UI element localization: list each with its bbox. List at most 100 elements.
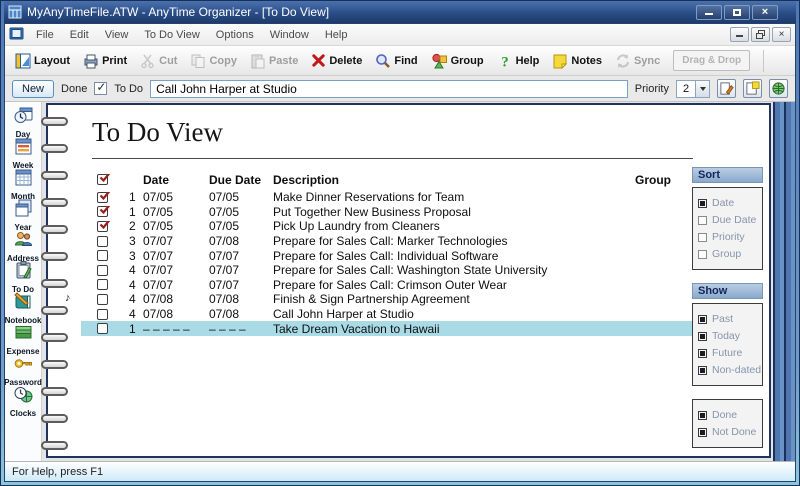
menu-todo-view[interactable]: To Do View xyxy=(136,25,207,45)
todo-row[interactable]: 1 07/05 07/05 Put Together New Business Pro… xyxy=(81,205,697,220)
new-button[interactable]: New xyxy=(12,79,55,98)
header-description[interactable]: Description xyxy=(273,173,635,187)
row-priority: 2 xyxy=(129,219,136,234)
toolbar-print-button[interactable]: Print xyxy=(83,53,127,69)
edit-details-button[interactable] xyxy=(717,79,736,98)
done-checkbox[interactable] xyxy=(96,264,108,276)
row-date: 07/08 xyxy=(143,292,174,307)
filter-option-future[interactable]: Future xyxy=(698,347,757,359)
binder-ring xyxy=(41,144,68,153)
checkbox-icon[interactable] xyxy=(698,427,707,437)
child-close-button[interactable]: × xyxy=(772,27,791,42)
todo-row[interactable]: 2 07/05 07/05 Pick Up Laundry from Cleaners xyxy=(81,219,697,234)
done-checkbox[interactable] xyxy=(96,250,108,262)
done-checkbox[interactable] xyxy=(96,235,108,247)
sidebar-item-expense[interactable]: Expense xyxy=(5,322,41,356)
filter-option-today[interactable]: Today xyxy=(698,330,757,342)
header-date[interactable]: Date xyxy=(143,173,209,187)
done-checkbox[interactable] xyxy=(96,323,108,335)
done-checkbox[interactable] xyxy=(96,293,108,305)
sidebar-item-address[interactable]: Address xyxy=(5,229,41,263)
todo-row[interactable]: 4 07/07 07/07 Prepare for Sales Call: Washi… xyxy=(81,263,697,278)
organizer-page: To Do View Date Due Date Description Gro… xyxy=(41,103,771,458)
filter-option-past[interactable]: Past xyxy=(698,313,757,325)
title-underline xyxy=(92,158,693,159)
toolbar-notes-button[interactable]: Notes xyxy=(552,53,602,69)
todo-row[interactable]: 4 07/08 07/08 Call John Harper at Studio xyxy=(81,307,697,322)
checkbox-icon[interactable] xyxy=(698,410,707,420)
filter-option-date[interactable]: Date xyxy=(698,197,757,209)
todo-row[interactable]: 1 07/05 07/05 Make Dinner Reservations for … xyxy=(81,190,697,205)
toolbar-delete-button[interactable]: Delete xyxy=(311,53,362,68)
row-priority: 1 xyxy=(129,190,136,205)
sidebar-item-month[interactable]: Month xyxy=(5,167,41,201)
close-button[interactable]: × xyxy=(752,4,778,20)
checkbox-icon[interactable] xyxy=(698,249,707,259)
toolbar-group-button[interactable]: Group xyxy=(431,53,484,69)
todo-row[interactable]: ♪ 4 07/08 07/08 Finish & Sign Partnership Ag… xyxy=(65,292,697,307)
sidebar-item-to-do[interactable]: To Do xyxy=(5,260,41,294)
done-checkbox[interactable] xyxy=(96,191,110,203)
filter-option-due-date[interactable]: Due Date xyxy=(698,214,757,226)
todo-row[interactable]: 4 07/07 07/07 Prepare for Sales Call: Crims… xyxy=(81,278,697,293)
edit-row: New Done ✓ To Do Priority 2 xyxy=(5,76,795,102)
menu-file[interactable]: File xyxy=(28,25,62,45)
menu-view[interactable]: View xyxy=(97,25,137,45)
toolbar-help-button[interactable]: ? Help xyxy=(497,53,540,69)
checkbox-icon[interactable] xyxy=(698,232,707,242)
menu-window[interactable]: Window xyxy=(262,25,317,45)
checkbox-icon[interactable] xyxy=(698,215,707,225)
sidebar-item-week[interactable]: Week xyxy=(5,136,41,170)
row-priority: 3 xyxy=(129,234,136,249)
binder-ring xyxy=(41,198,68,207)
sidebar-item-year[interactable]: Year xyxy=(5,198,41,232)
filter-option-priority[interactable]: Priority xyxy=(698,231,757,243)
sidebar-item-notebook[interactable]: Notebook xyxy=(5,291,41,325)
menu-edit[interactable]: Edit xyxy=(62,25,97,45)
priority-dropdown[interactable]: 2 xyxy=(676,79,710,98)
toolbar-find-button[interactable]: Find xyxy=(375,53,418,69)
filter-option-not-done[interactable]: Not Done xyxy=(698,426,757,438)
done-label: Done xyxy=(61,82,88,95)
todo-checkbox[interactable]: ✓ xyxy=(94,80,108,95)
todo-row[interactable]: 1 – – – – – – – – – Take Dream Vacation to … xyxy=(81,321,697,336)
binder-ring xyxy=(41,252,68,261)
filter-option-group[interactable]: Group xyxy=(698,248,757,260)
task-note-button[interactable] xyxy=(743,79,762,98)
menu-help[interactable]: Help xyxy=(317,25,356,45)
done-checkbox[interactable] xyxy=(96,308,108,320)
row-description: Put Together New Business Proposal xyxy=(273,204,471,219)
toolbar-layout-button[interactable]: Layout xyxy=(15,53,70,69)
done-checkbox[interactable] xyxy=(96,220,110,232)
checkbox-icon[interactable] xyxy=(698,198,707,208)
done-checkbox[interactable] xyxy=(96,279,108,291)
row-due-date: 07/07 xyxy=(209,248,240,263)
filter-option-non-dated[interactable]: Non-dated xyxy=(698,364,761,376)
child-minimize-button[interactable] xyxy=(730,27,749,42)
sidebar-item-day[interactable]: Day xyxy=(5,105,41,139)
menu-options[interactable]: Options xyxy=(208,25,262,45)
checkbox-icon[interactable] xyxy=(698,348,707,358)
row-date: 07/05 xyxy=(143,219,174,234)
checkbox-icon[interactable] xyxy=(698,314,707,324)
recurring-button[interactable] xyxy=(769,79,788,98)
checkbox-icon[interactable] xyxy=(698,365,707,375)
child-restore-button[interactable] xyxy=(751,27,770,42)
window-title: MyAnyTimeFile.ATW - AnyTime Organizer - … xyxy=(27,5,330,19)
minimize-button[interactable] xyxy=(696,4,722,20)
sidebar-item-clocks[interactable]: Clocks xyxy=(5,384,41,418)
maximize-button[interactable] xyxy=(724,4,750,20)
task-input[interactable] xyxy=(150,79,628,98)
sidebar-item-password[interactable]: Password xyxy=(4,353,42,387)
header-due-date[interactable]: Due Date xyxy=(209,173,273,187)
done-checkbox[interactable] xyxy=(96,206,110,218)
priority-value: 2 xyxy=(682,82,690,95)
header-group[interactable]: Group xyxy=(635,173,697,187)
todo-row[interactable]: 3 07/07 07/08 Prepare for Sales Call: Marke… xyxy=(81,234,697,249)
priority-label: Priority xyxy=(634,82,669,95)
help-icon: ? xyxy=(497,53,513,69)
filter-option-done[interactable]: Done xyxy=(698,409,757,421)
checkbox-icon[interactable] xyxy=(698,331,707,341)
dropdown-arrow-icon[interactable] xyxy=(695,80,709,97)
todo-row[interactable]: 3 07/07 07/07 Prepare for Sales Call: Indiv… xyxy=(81,248,697,263)
